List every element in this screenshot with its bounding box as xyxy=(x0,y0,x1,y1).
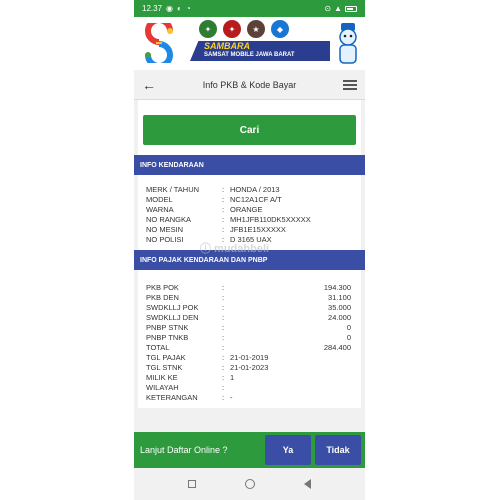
app-banner: ✦ ✦ ★ ◆ SAMBARA SAMSAT MOBILE JAWA BARAT xyxy=(134,17,365,70)
row-label: TGL PAJAK xyxy=(146,352,186,362)
detail-row: MILIK KE:1 xyxy=(146,372,353,382)
recent-apps-icon[interactable] xyxy=(188,480,197,488)
section-header-pajak: INFO PAJAK KENDARAAN DAN PNBP xyxy=(134,250,365,270)
registration-question: Lanjut Daftar Online ? xyxy=(140,445,228,455)
page-header: ← Info PKB & Kode Bayar xyxy=(134,70,365,100)
row-label: PNBP TNKB xyxy=(146,332,189,342)
no-button[interactable]: Tidak xyxy=(315,435,361,465)
vehicle-info-table: MERK / TAHUN: HONDA / 2013 MODEL: NC12A1CF… xyxy=(138,175,361,250)
row-value: ORANGE xyxy=(230,204,263,214)
registration-prompt-bar: Lanjut Daftar Online ? Ya Tidak xyxy=(134,432,365,468)
info-row: NO POLISI: D 3165 UAX xyxy=(146,234,353,244)
row-label: NO MESIN xyxy=(146,224,184,234)
alarm-icon: ⊙ xyxy=(324,4,332,13)
row-value: HONDA / 2013 xyxy=(230,184,280,194)
row-label: PKB POK xyxy=(146,282,179,292)
search-button[interactable]: Cari xyxy=(143,115,356,145)
sambara-logo-icon xyxy=(145,23,173,63)
row-label: KETERANGAN xyxy=(146,392,198,402)
amount-row: SWDKLLJ DEN:24.000 xyxy=(146,312,351,322)
amount-row: PNBP TNKB:0 xyxy=(146,332,351,342)
amount-row: PNBP STNK:0 xyxy=(146,322,351,332)
battery-icon xyxy=(345,5,357,12)
row-value: 21-01-2019 xyxy=(230,352,269,362)
detail-row: TGL PAJAK:21-01-2019 xyxy=(146,352,353,362)
amount-row: PKB POK:194.300 xyxy=(146,282,351,292)
back-arrow-icon[interactable]: ← xyxy=(142,77,156,93)
row-value: - xyxy=(230,392,233,402)
row-value: NC12A1CF A/T xyxy=(230,194,282,204)
row-label: SWDKLLJ DEN xyxy=(146,312,199,322)
detail-row: TGL STNK:21-01-2023 xyxy=(146,362,353,372)
row-label: TOTAL xyxy=(146,342,170,352)
row-value: 194.300 xyxy=(323,282,351,292)
row-label: MODEL xyxy=(146,194,173,204)
row-value: 1 xyxy=(230,372,235,382)
info-row: MODEL: NC12A1CF A/T xyxy=(146,194,353,204)
row-value: 284.400 xyxy=(323,342,351,352)
yes-button[interactable]: Ya xyxy=(265,435,311,465)
row-value: 35.000 xyxy=(328,302,351,312)
row-label: PKB DEN xyxy=(146,292,179,302)
page-title: Info PKB & Kode Bayar xyxy=(202,79,297,90)
row-value: JFB1E15XXXXX xyxy=(230,224,286,234)
brand-subtitle: SAMSAT MOBILE JAWA BARAT xyxy=(204,52,295,58)
tax-info-table: PKB POK:194.300 PKB DEN:31.100 SWDKLLJ P… xyxy=(138,270,361,408)
row-value: 0 xyxy=(346,322,351,332)
detail-row: WILAYAH: xyxy=(146,382,225,392)
row-value: MH1JFB110DK5XXXXX xyxy=(230,214,311,224)
info-row: NO RANGKA: MH1JFB110DK5XXXXX xyxy=(146,214,353,224)
mascot-icon xyxy=(339,23,357,64)
jasaraharja-emblem-icon: ◆ xyxy=(271,20,289,38)
home-icon[interactable] xyxy=(244,479,255,489)
amount-row: PKB DEN:31.100 xyxy=(146,292,351,302)
nav-back-icon[interactable] xyxy=(303,479,311,489)
row-value: 31.100 xyxy=(328,292,351,302)
brand-title: SAMBARA xyxy=(204,41,250,51)
info-row: NO MESIN: JFB1E15XXXXX xyxy=(146,224,353,234)
row-label: MERK / TAHUN xyxy=(146,184,200,194)
section-header-kendaraan: INFO KENDARAAN xyxy=(134,155,365,175)
row-value: 24.000 xyxy=(328,312,351,322)
total-row: TOTAL:284.400 xyxy=(146,342,351,352)
amount-row: SWDKLLJ POK:35.000 xyxy=(146,302,351,312)
row-label: SWDKLLJ POK xyxy=(146,302,199,312)
info-row: MERK / TAHUN: HONDA / 2013 xyxy=(146,184,353,194)
android-nav-bar xyxy=(134,468,365,500)
row-value: D 3165 UAX xyxy=(230,234,272,244)
whatsapp-icon: ◉ xyxy=(166,4,174,13)
info-row: WARNA: ORANGE xyxy=(146,204,353,214)
status-bar: 12.37 ◉ ◐ ◔ ⊙ ▲ xyxy=(134,0,365,17)
main-content: Cari INFO KENDARAAN MERK / TAHUN: HONDA /… xyxy=(134,100,365,408)
signal-icon: ▲ xyxy=(334,4,342,13)
brand-ribbon: SAMBARA SAMSAT MOBILE JAWA BARAT xyxy=(190,41,330,61)
row-label: WILAYAH xyxy=(146,382,179,392)
detail-row: KETERANGAN: - xyxy=(146,392,353,402)
row-label: NO POLISI xyxy=(146,234,184,244)
list-menu-icon[interactable] xyxy=(343,79,357,90)
phone-screen: 12.37 ◉ ◐ ◔ ⊙ ▲ ✦ ✦ ★ ◆ SAMBARA SAMSAT M… xyxy=(134,0,365,500)
row-label: NO RANGKA xyxy=(146,214,192,224)
row-value: 0 xyxy=(346,332,351,342)
polri-emblem-icon: ★ xyxy=(247,20,265,38)
bapenda-emblem-icon: ✦ xyxy=(223,20,241,38)
row-label: MILIK KE xyxy=(146,372,178,382)
row-label: PNBP STNK xyxy=(146,322,189,332)
row-label: TGL STNK xyxy=(146,362,183,372)
wifi-icon: ◔ xyxy=(185,4,191,13)
row-value: 21-01-2023 xyxy=(230,362,269,372)
jabar-emblem-icon: ✦ xyxy=(199,20,217,38)
location-icon: ◐ xyxy=(177,4,182,13)
status-time: 12.37 xyxy=(142,4,163,13)
row-label: WARNA xyxy=(146,204,174,214)
